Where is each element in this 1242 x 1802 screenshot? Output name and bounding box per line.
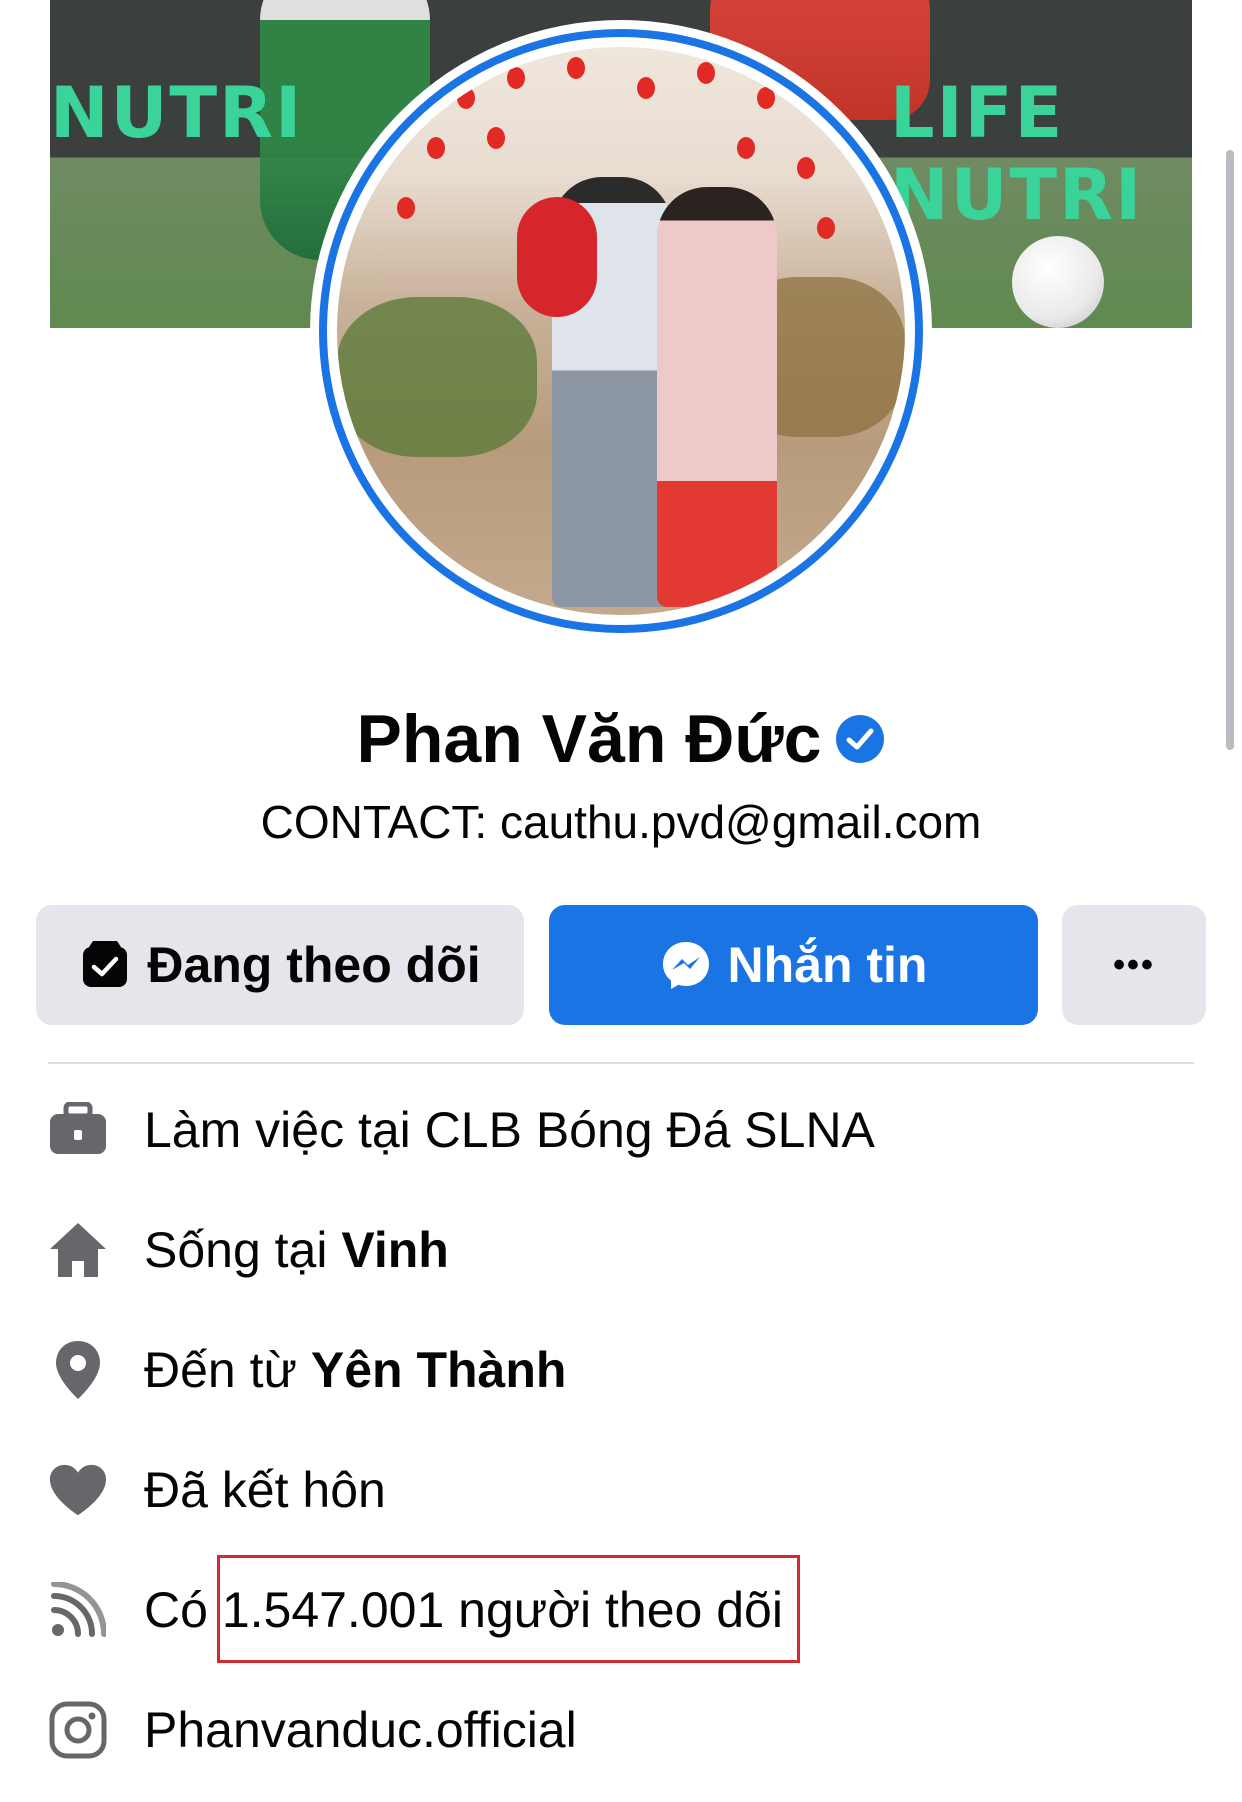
intro-lives[interactable]: Sống tại Vinh [48,1210,449,1290]
intro-relationship-text: Đã kết hôn [144,1462,386,1518]
intro-from-text: Đến từ Yên Thành [144,1341,566,1399]
avatar-story-ring [319,29,923,633]
lantern [507,67,525,89]
message-label: Nhắn tin [727,937,928,993]
profile-avatar[interactable] [310,20,932,642]
scrollbar[interactable] [1226,150,1234,750]
messenger-icon [662,942,709,989]
section-divider [48,1062,1194,1064]
profile-name-row: Phan Văn Đức [0,700,1242,778]
location-pin-icon [48,1340,108,1400]
cover-banner-left: NUTRI [50,72,304,154]
following-button[interactable]: Đang theo dõi [36,905,524,1025]
cover-banner-right: LIFE NUTRI [890,72,1144,236]
instagram-icon [48,1700,108,1760]
intro-instagram-text: Phanvanduc.official [144,1702,577,1758]
intro-lives-value[interactable]: Vinh [341,1222,448,1278]
profile-name: Phan Văn Đức [356,701,822,777]
intro-instagram[interactable]: Phanvanduc.official [48,1690,577,1770]
intro-relationship[interactable]: Đã kết hôn [48,1450,386,1530]
avatar-photo [337,47,905,615]
more-options-button[interactable]: ••• [1062,905,1206,1025]
intro-lives-prefix: Sống tại [144,1222,342,1278]
lantern [757,87,775,109]
photo-bushes-left [337,297,537,457]
photo-person-baby [517,197,597,317]
annotation-highlight-box [217,1555,800,1663]
lantern [567,57,585,79]
lantern [817,217,835,239]
intro-from-value[interactable]: Yên Thành [311,1342,567,1398]
lantern [797,157,815,179]
lantern [637,77,655,99]
intro-from-prefix: Đến từ [144,1342,311,1398]
lantern [457,87,475,109]
following-check-icon [83,941,128,987]
home-icon [48,1220,108,1280]
lantern [427,137,445,159]
verified-badge-icon [836,715,885,763]
more-dots-icon: ••• [1113,945,1155,984]
briefcase-icon [48,1100,108,1160]
intro-from[interactable]: Đến từ Yên Thành [48,1330,566,1410]
lantern [487,127,505,149]
lantern [737,137,755,159]
intro-followers-prefix: Có [144,1582,222,1638]
intro-work[interactable]: Làm việc tại CLB Bóng Đá SLNA [48,1090,875,1170]
lantern [397,197,415,219]
heart-icon [48,1460,108,1520]
rss-feed-icon [48,1580,108,1640]
profile-bio: CONTACT: cauthu.pvd@gmail.com [260,796,982,848]
soccer-ball [1012,236,1104,328]
lantern [697,62,715,84]
photo-person-woman [657,187,777,607]
following-label: Đang theo dõi [147,937,481,993]
intro-lives-text: Sống tại Vinh [144,1221,449,1279]
intro-work-text: Làm việc tại CLB Bóng Đá SLNA [144,1102,875,1158]
message-button[interactable]: Nhắn tin [549,905,1038,1025]
